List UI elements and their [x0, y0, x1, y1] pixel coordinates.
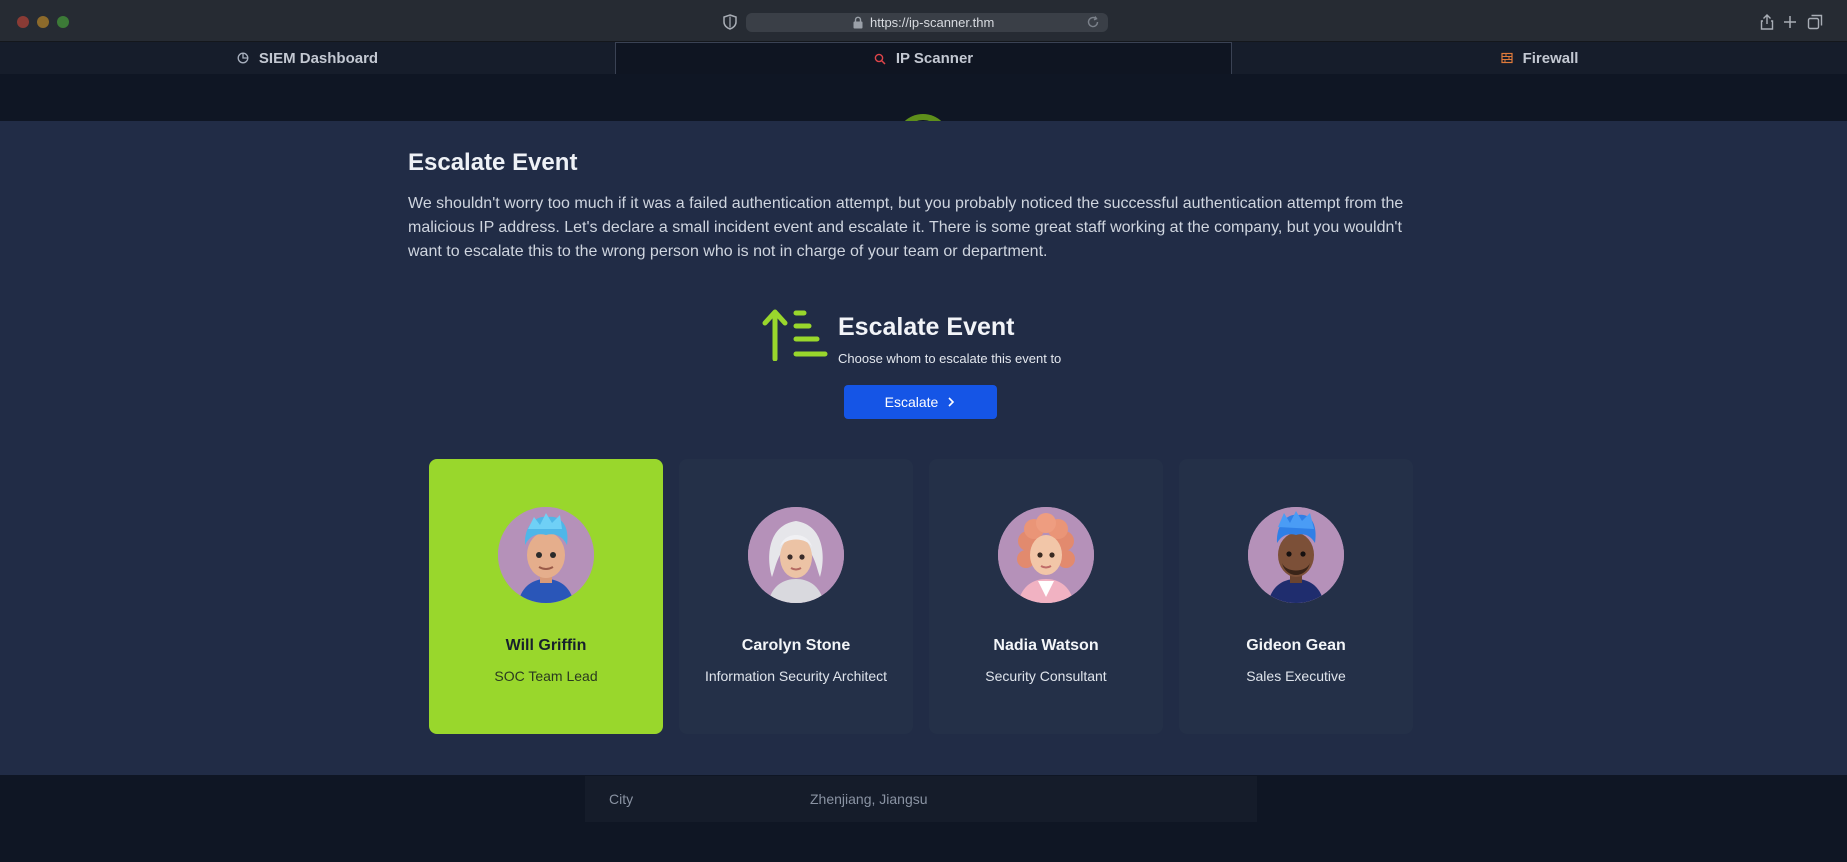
avatar	[498, 507, 594, 603]
share-icon[interactable]	[1758, 13, 1776, 31]
modal-title: Escalate Event	[408, 149, 578, 176]
reload-icon[interactable]	[1086, 15, 1100, 29]
avatar	[998, 507, 1094, 603]
chart-pie-icon	[237, 52, 249, 64]
escalate-subheading: Choose whom to escalate this event to	[838, 351, 1062, 366]
search-icon	[874, 53, 886, 65]
shield-icon[interactable]	[723, 14, 737, 30]
url-text: https://ip-scanner.thm	[870, 15, 995, 30]
person-name: Carolyn Stone	[741, 637, 851, 654]
tab-siem-dashboard[interactable]: SIEM Dashboard	[0, 42, 616, 74]
escalate-heading: Escalate Event	[838, 313, 1015, 341]
avatar	[1248, 507, 1344, 603]
tab-label: SIEM Dashboard	[258, 49, 379, 67]
escalate-button[interactable]: Escalate	[844, 385, 997, 419]
person-card-nadia-watson[interactable]: Nadia Watson Security Consultant	[929, 459, 1163, 734]
person-card-carolyn-stone[interactable]: Carolyn Stone Information Security Archi…	[679, 459, 913, 734]
person-card-list: Will Griffin SOC Team Lead Carolyn Stone…	[429, 459, 1413, 734]
person-role: SOC Team Lead	[494, 668, 598, 684]
person-card-will-griffin[interactable]: Will Griffin SOC Team Lead	[429, 459, 663, 734]
app-tab-bar: SIEM Dashboard IP Scanner Firewall	[0, 42, 1847, 74]
escalate-header: Escalate Event Choose whom to escalate t…	[762, 307, 1142, 366]
avatar	[748, 507, 844, 603]
chevron-right-icon	[948, 397, 955, 407]
address-bar[interactable]: https://ip-scanner.thm	[746, 13, 1108, 32]
person-role: Sales Executive	[1246, 668, 1346, 684]
row-label: City	[609, 791, 634, 807]
firewall-icon	[1500, 52, 1513, 64]
lock-icon	[853, 16, 863, 29]
tab-overview-icon[interactable]	[1806, 13, 1824, 31]
person-name: Gideon Gean	[1246, 637, 1346, 654]
person-card-gideon-gean[interactable]: Gideon Gean Sales Executive	[1179, 459, 1413, 734]
person-name: Will Griffin	[505, 637, 587, 654]
tab-label: Firewall	[1522, 49, 1579, 67]
tab-ip-scanner[interactable]: IP Scanner	[616, 42, 1232, 74]
browser-toolbar: https://ip-scanner.thm	[0, 0, 1847, 42]
tab-firewall[interactable]: Firewall	[1232, 42, 1847, 74]
person-name: Nadia Watson	[993, 637, 1099, 654]
row-value: Zhenjiang, Jiangsu	[810, 791, 928, 807]
escalate-arrow-icon	[762, 309, 828, 361]
tab-label: IP Scanner	[895, 50, 974, 67]
person-role: Information Security Architect	[704, 668, 888, 684]
minimize-window-button[interactable]	[37, 16, 49, 28]
maximize-window-button[interactable]	[57, 16, 69, 28]
new-tab-icon[interactable]	[1781, 13, 1799, 31]
modal-description: We shouldn't worry too much if it was a …	[408, 195, 1404, 260]
person-role: Security Consultant	[985, 668, 1107, 684]
escalate-event-modal: Escalate Event We shouldn't worry too mu…	[0, 121, 1847, 775]
table-row: City Zhenjiang, Jiangsu	[585, 776, 1257, 822]
escalate-button-label: Escalate	[884, 394, 939, 410]
close-window-button[interactable]	[17, 16, 29, 28]
